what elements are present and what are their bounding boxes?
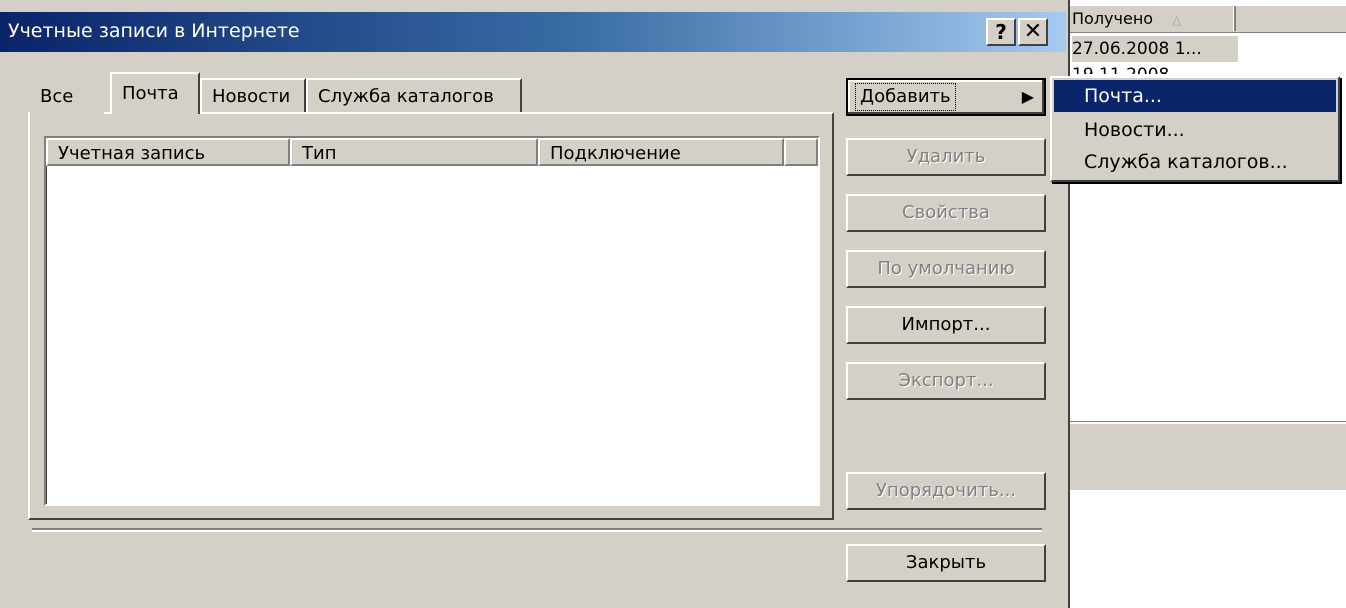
- menu-item-mail[interactable]: Почта...: [1054, 80, 1336, 112]
- menu-item-news[interactable]: Новости...: [1054, 114, 1336, 146]
- set-default-button[interactable]: По умолчанию: [846, 250, 1046, 288]
- bg-panel-divider: [1068, 422, 1346, 490]
- help-button[interactable]: ?: [986, 18, 1016, 46]
- close-window-button[interactable]: ✕: [1018, 18, 1048, 46]
- tab-directory-service[interactable]: Служба каталогов: [306, 78, 522, 112]
- column-header-type[interactable]: Тип: [290, 138, 538, 166]
- bg-list-header: Получено △: [1068, 6, 1346, 33]
- bg-column-received-label: Получено: [1072, 9, 1154, 28]
- internet-accounts-dialog: Учетные записи в Интернете ? ✕ Все Почта…: [0, 0, 1070, 608]
- sort-ascending-icon: △: [1172, 13, 1182, 27]
- properties-button[interactable]: Свойства: [846, 194, 1046, 232]
- tab-all[interactable]: Все: [30, 80, 104, 114]
- accounts-list[interactable]: Учетная запись Тип Подключение: [44, 136, 820, 506]
- tab-mail[interactable]: Почта: [110, 72, 200, 114]
- window-title: Учетные записи в Интернете: [8, 20, 300, 42]
- title-bar: Учетные записи в Интернете ? ✕: [0, 12, 1066, 52]
- menu-item-directory-service[interactable]: Служба каталогов...: [1054, 146, 1336, 178]
- column-header-account[interactable]: Учетная запись: [46, 138, 290, 166]
- bg-list-row[interactable]: 27.06.2008 1...: [1072, 36, 1238, 62]
- separator: [32, 528, 1042, 532]
- bg-column-received[interactable]: Получено △: [1072, 6, 1236, 31]
- close-button[interactable]: Закрыть: [846, 544, 1046, 582]
- import-button[interactable]: Импорт...: [846, 306, 1046, 344]
- export-button[interactable]: Экспорт...: [846, 362, 1046, 400]
- delete-button[interactable]: Удалить: [846, 138, 1046, 176]
- add-button[interactable]: Добавить ▶: [846, 78, 1046, 116]
- order-button[interactable]: Упорядочить...: [846, 472, 1046, 510]
- column-header-connection[interactable]: Подключение: [538, 138, 784, 166]
- add-button-label: Добавить: [855, 83, 956, 111]
- submenu-arrow-icon: ▶: [1021, 87, 1034, 106]
- add-submenu: Почта... Новости... Служба каталогов...: [1050, 76, 1340, 182]
- tab-news[interactable]: Новости: [200, 78, 306, 112]
- bg-list-row[interactable]: 19.11.2008: [1072, 62, 1169, 74]
- column-header-filler: [784, 138, 818, 166]
